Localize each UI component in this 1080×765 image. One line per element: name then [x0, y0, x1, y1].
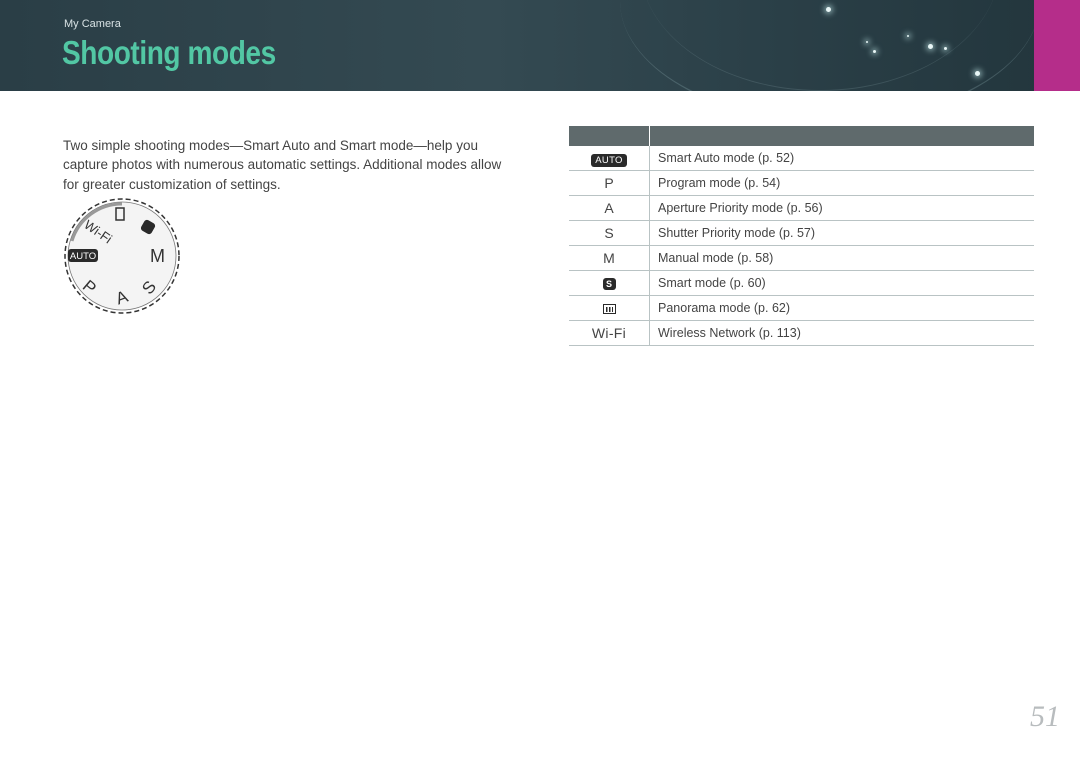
- panorama-icon: [602, 304, 616, 315]
- table-header-cell: [569, 126, 650, 146]
- table-header-row: [569, 126, 1034, 146]
- wifi-icon: Wi-Fi: [569, 320, 650, 346]
- a-mode-icon: A: [569, 195, 650, 221]
- s-mode-icon: S: [569, 220, 650, 246]
- chapter-tab: [1034, 0, 1080, 91]
- table-row: Panorama mode (p. 62): [569, 295, 1034, 321]
- p-mode-icon: P: [569, 170, 650, 196]
- page-title: Shooting modes: [62, 34, 276, 71]
- sparkle-decoration: [826, 7, 831, 12]
- table-row: Wi-Fi Wireless Network (p. 113): [569, 320, 1034, 346]
- mode-icon-cell: AUTO: [569, 146, 650, 171]
- table-row: M Manual mode (p. 58): [569, 245, 1034, 271]
- sparkle-decoration: [866, 41, 868, 43]
- intro-paragraph: Two simple shooting modes—Smart Auto and…: [63, 137, 502, 192]
- page-number: 51: [1030, 700, 1060, 733]
- mode-dial-illustration: AUTO Wi-Fi M S A P: [64, 198, 180, 314]
- breadcrumb: My Camera: [64, 18, 121, 30]
- sparkle-decoration: [975, 71, 980, 76]
- mode-description: Shutter Priority mode (p. 57): [649, 220, 1034, 246]
- mode-description: Smart Auto mode (p. 52): [649, 146, 1034, 171]
- mode-icon-cell: S: [569, 270, 650, 296]
- auto-icon: AUTO: [591, 153, 627, 167]
- smart-mode-icon: S: [602, 278, 616, 291]
- mode-description: Aperture Priority mode (p. 56): [649, 195, 1034, 221]
- sparkle-decoration: [907, 35, 909, 37]
- dial-auto-text: AUTO: [70, 251, 96, 262]
- sparkle-decoration: [928, 44, 933, 49]
- mode-table: AUTO Smart Auto mode (p. 52) P Program m…: [569, 126, 1034, 346]
- sparkle-decoration: [873, 50, 876, 53]
- mode-description: Wireless Network (p. 113): [649, 320, 1034, 346]
- table-row: A Aperture Priority mode (p. 56): [569, 195, 1034, 221]
- mode-description: Manual mode (p. 58): [649, 245, 1034, 271]
- dial-m-label: M: [150, 246, 165, 266]
- table-row: AUTO Smart Auto mode (p. 52): [569, 146, 1034, 171]
- table-row: S Shutter Priority mode (p. 57): [569, 220, 1034, 246]
- sparkle-decoration: [944, 47, 947, 50]
- header-banner: My Camera Shooting modes: [0, 0, 1080, 91]
- table-header-cell: [649, 126, 1034, 146]
- table-row: S Smart mode (p. 60): [569, 270, 1034, 296]
- m-mode-icon: M: [569, 245, 650, 271]
- table-row: P Program mode (p. 54): [569, 170, 1034, 196]
- mode-icon-cell: [569, 295, 650, 321]
- mode-description: Smart mode (p. 60): [649, 270, 1034, 296]
- mode-description: Panorama mode (p. 62): [649, 295, 1034, 321]
- mode-description: Program mode (p. 54): [649, 170, 1034, 196]
